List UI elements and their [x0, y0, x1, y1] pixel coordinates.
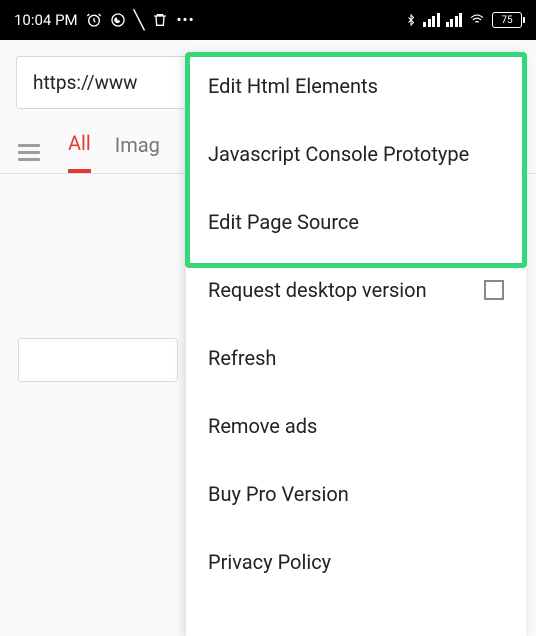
status-bar: 10:04 PM ╲ ••• 75	[0, 0, 536, 40]
status-time: 10:04 PM	[14, 11, 78, 29]
menu-item-privacy-policy[interactable]: Privacy Policy	[186, 528, 526, 596]
whatsapp-icon	[110, 12, 126, 28]
menu-item-label: Privacy Policy	[208, 550, 331, 574]
menu-item-edit-html[interactable]: Edit Html Elements	[186, 52, 526, 120]
menu-item-edit-source[interactable]: Edit Page Source	[186, 188, 526, 256]
url-text: https://www	[33, 71, 137, 94]
tab-images[interactable]: Imag	[115, 133, 160, 171]
wifi-icon	[468, 13, 486, 27]
menu-item-buy-pro[interactable]: Buy Pro Version	[186, 460, 526, 528]
signal-icon	[423, 13, 440, 27]
hamburger-icon[interactable]	[18, 144, 40, 161]
menu-item-label: Javascript Console Prototype	[208, 142, 469, 166]
desktop-version-checkbox[interactable]	[484, 280, 504, 300]
alarm-icon	[86, 12, 102, 28]
menu-item-label: Remove ads	[208, 414, 317, 438]
menu-item-label: Refresh	[208, 346, 276, 370]
overflow-menu: Edit Html Elements Javascript Console Pr…	[186, 52, 526, 636]
menu-item-label: Edit Page Source	[208, 210, 359, 234]
menu-item-remove-ads[interactable]: Remove ads	[186, 392, 526, 460]
battery-level: 75	[501, 15, 512, 26]
search-bar[interactable]	[18, 338, 178, 382]
tab-all[interactable]: All	[68, 131, 91, 173]
slash-icon: ╲	[134, 10, 145, 31]
menu-item-desktop-version[interactable]: Request desktop version	[186, 256, 526, 324]
trash-icon	[152, 12, 168, 28]
menu-item-label: Edit Html Elements	[208, 74, 378, 98]
menu-item-js-console[interactable]: Javascript Console Prototype	[186, 120, 526, 188]
bluetooth-icon	[405, 12, 417, 28]
status-left: 10:04 PM ╲ •••	[14, 10, 195, 31]
menu-item-label: Request desktop version	[208, 278, 427, 302]
signal-icon-2	[446, 13, 463, 27]
menu-item-label: Buy Pro Version	[208, 482, 349, 506]
menu-item-refresh[interactable]: Refresh	[186, 324, 526, 392]
more-dots-icon: •••	[176, 11, 194, 29]
status-right: 75	[405, 12, 522, 28]
battery-icon: 75	[492, 12, 522, 28]
